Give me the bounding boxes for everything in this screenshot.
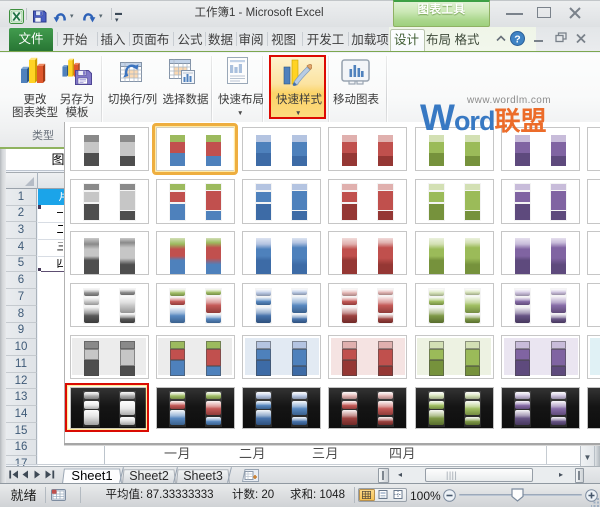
svg-text:?: ? [514, 33, 520, 45]
